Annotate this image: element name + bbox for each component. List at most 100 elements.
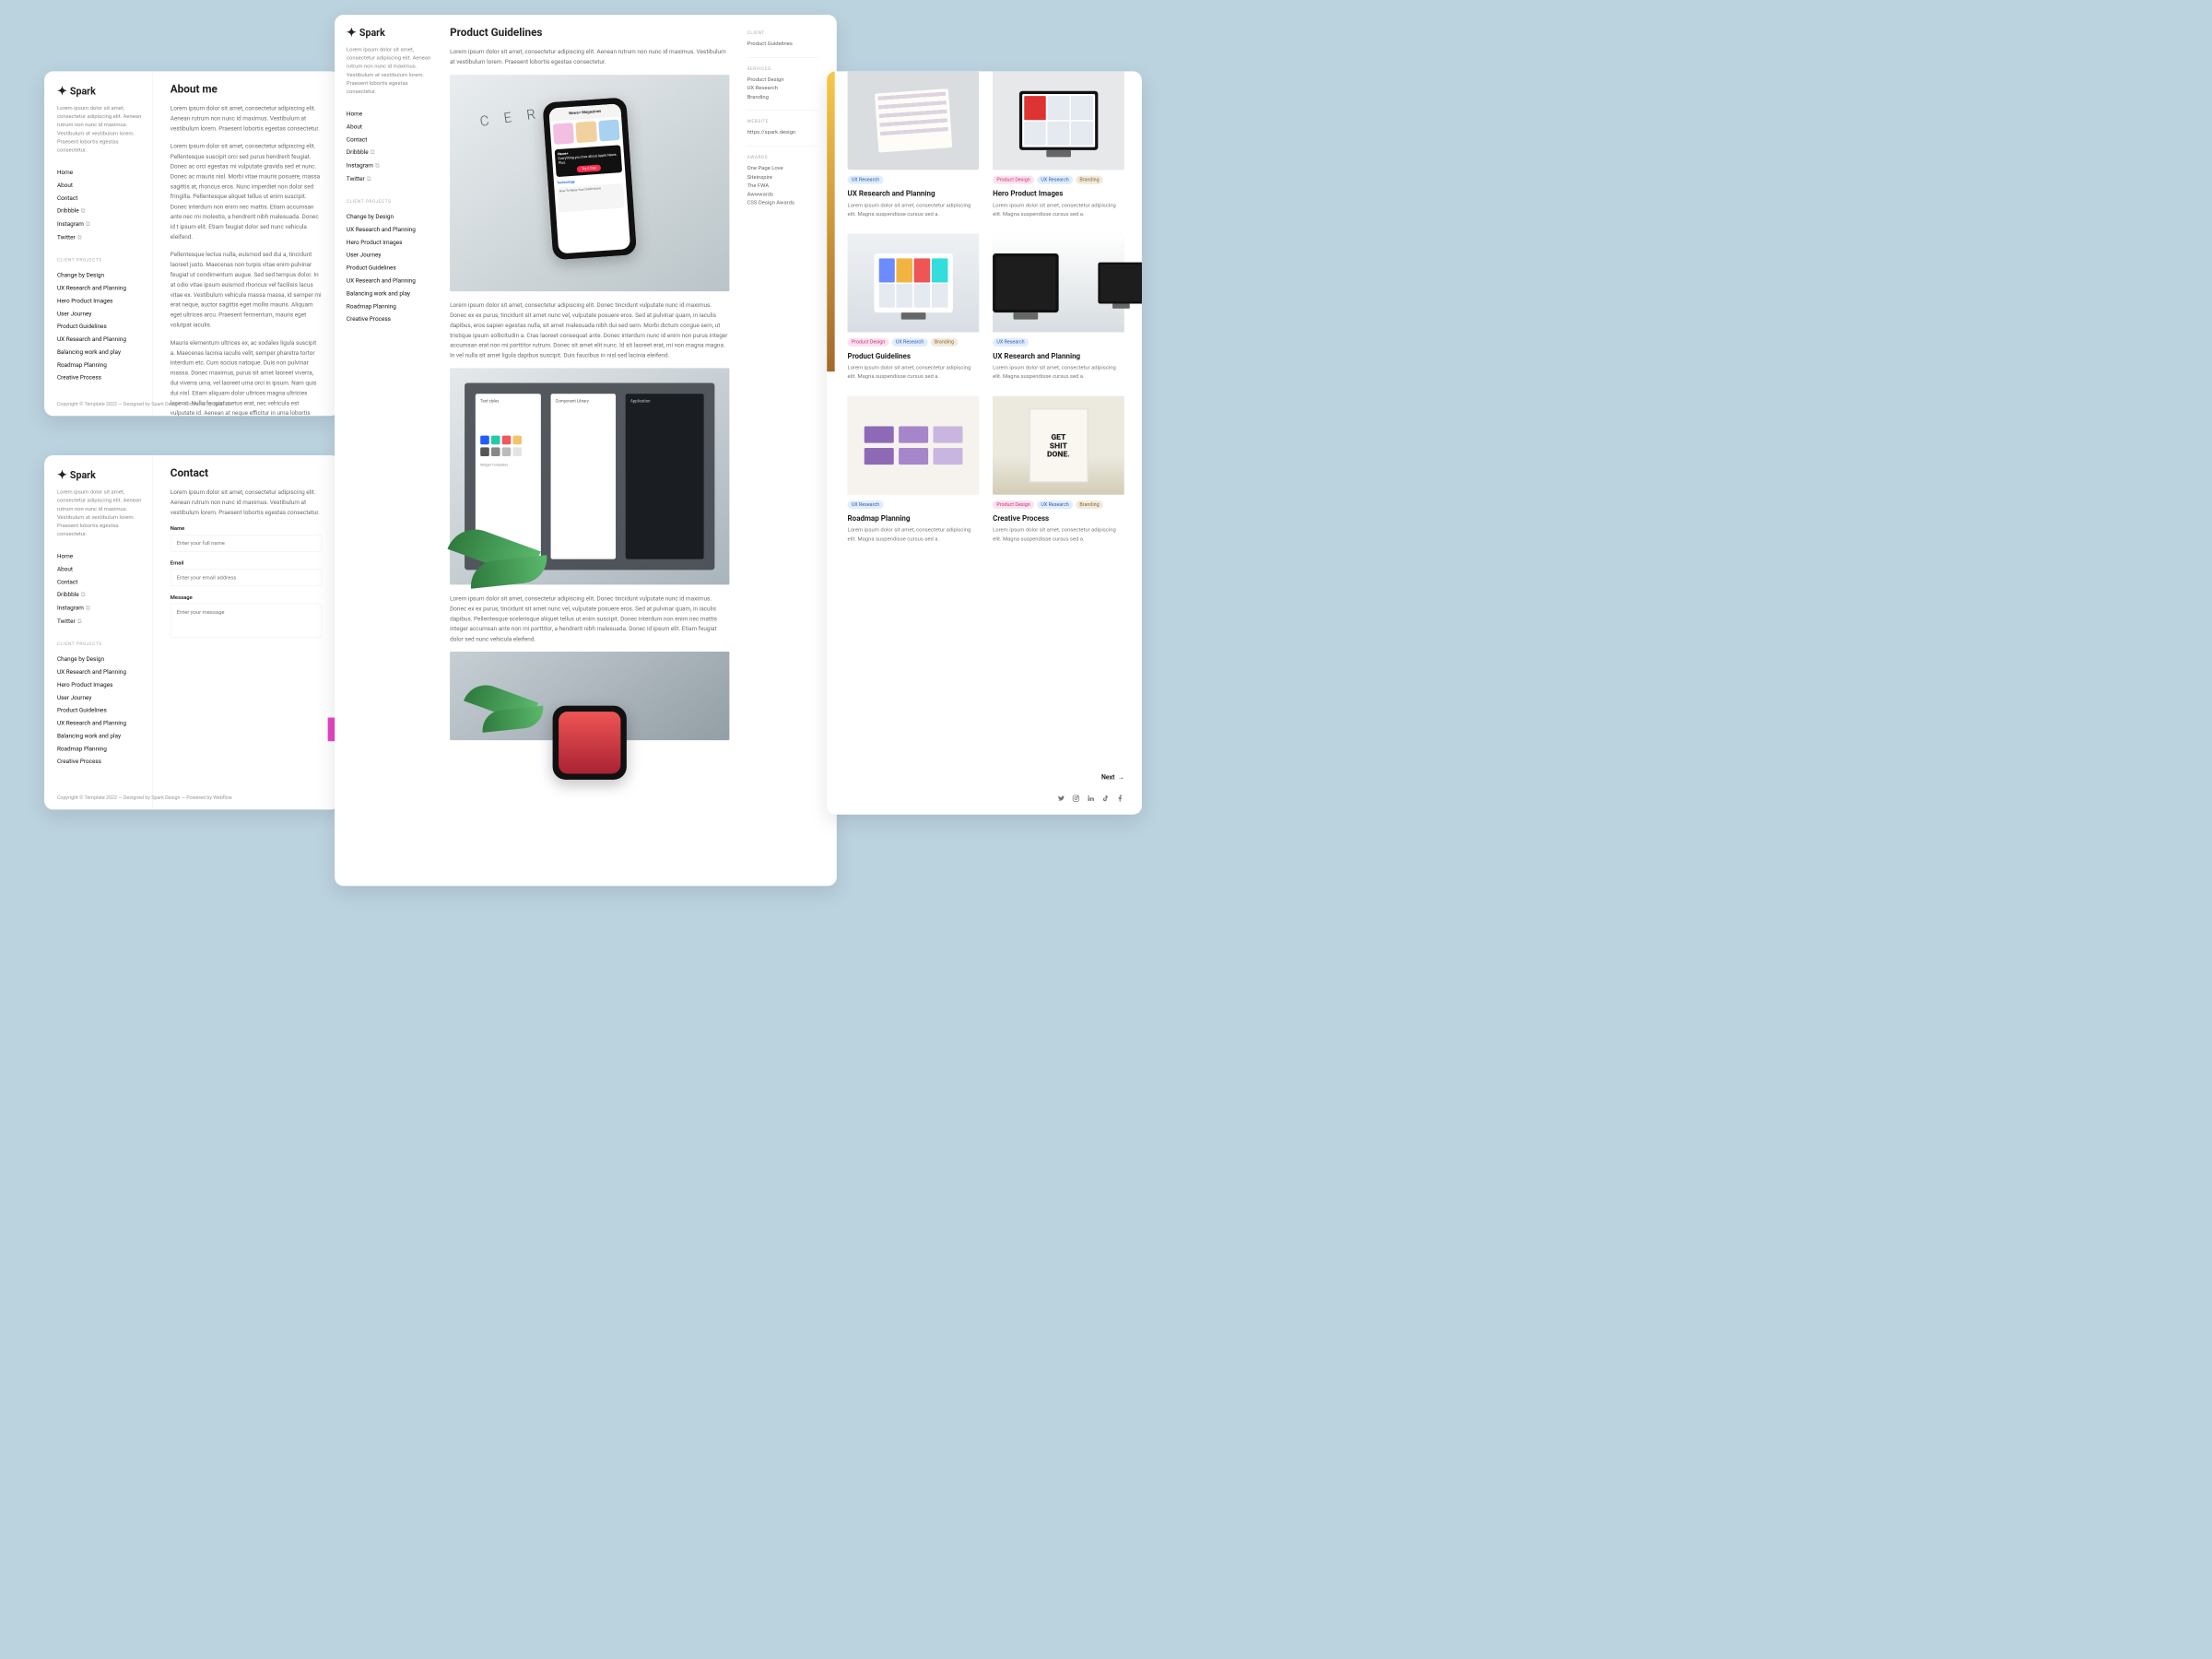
page-title: About me <box>171 83 322 95</box>
nav-link[interactable]: Change by Design <box>57 655 104 662</box>
nav-link[interactable]: Hero Product Images <box>57 681 112 688</box>
nav-link[interactable]: About <box>57 182 73 188</box>
nav-link[interactable]: UX Research and Planning <box>57 285 126 291</box>
project-tag[interactable]: UX Research <box>1037 500 1073 509</box>
nav-link[interactable]: Twitter⧉ <box>57 618 81 624</box>
nav-link[interactable]: Product Guidelines <box>57 323 107 329</box>
project-card[interactable]: Product DesignUX ResearchBranding Produc… <box>848 234 980 381</box>
project-tag[interactable]: UX Research <box>993 338 1029 347</box>
nav-link[interactable]: Roadmap Planning <box>57 746 107 752</box>
name-input[interactable] <box>171 535 322 552</box>
nav-link[interactable]: User Journey <box>57 311 91 317</box>
nav-link[interactable]: User Journey <box>57 694 91 700</box>
project-tag[interactable]: UX Research <box>892 338 928 347</box>
linkedin-icon[interactable] <box>1087 794 1095 804</box>
sidebar: ✦Spark Lorem ipsum dolor sit amet, conse… <box>335 27 438 740</box>
project-card[interactable]: UX Research UX Research and Planning Lor… <box>848 71 980 218</box>
project-description: Lorem ipsum dolor sit amet, consectetur … <box>848 526 980 544</box>
project-tag[interactable]: Branding <box>1076 500 1103 509</box>
nav-link[interactable]: Creative Process <box>347 315 391 322</box>
nav-link[interactable]: UX Research and Planning <box>57 720 126 726</box>
project-tags: UX Research <box>848 500 980 509</box>
project-description: Lorem ipsum dolor sit amet, consectetur … <box>993 526 1124 544</box>
nav-link[interactable]: Hero Product Images <box>347 239 402 245</box>
facebook-icon[interactable] <box>1116 794 1124 804</box>
nav-link[interactable]: Twitter⧉ <box>347 175 371 182</box>
nav-link[interactable]: UX Research and Planning <box>347 277 416 284</box>
nav-link[interactable]: Instagram⧉ <box>57 220 90 227</box>
nav-link[interactable]: Dribbble⧉ <box>347 148 374 155</box>
nav-link[interactable]: Balancing work and play <box>347 290 410 297</box>
nav-link[interactable]: Contact <box>57 579 77 585</box>
nav-link[interactable]: Dribbble⧉ <box>57 591 85 597</box>
pager-next[interactable]: Next→ <box>1101 773 1124 782</box>
nav-link[interactable]: UX Research and Planning <box>347 226 416 232</box>
article-image-3 <box>450 652 729 740</box>
project-title: UX Research and Planning <box>848 189 980 198</box>
nav-link[interactable]: Creative Process <box>57 759 101 765</box>
project-tag[interactable]: Product Design <box>993 176 1034 184</box>
nav-link[interactable]: Balancing work and play <box>57 733 121 739</box>
nav-link[interactable]: Instagram⧉ <box>347 162 380 169</box>
nav-link[interactable]: Instagram⧉ <box>57 605 90 611</box>
nav-primary: Home About Contact Dribbble⧉ Instagram⧉ Twitt… <box>57 550 142 629</box>
nav-link[interactable]: UX Research and Planning <box>57 668 126 675</box>
footer: Copyright © Template 2022 — Designed by … <box>57 795 232 801</box>
nav-link[interactable]: Dribbble⧉ <box>57 207 85 214</box>
tiktok-icon[interactable] <box>1101 794 1110 804</box>
brand[interactable]: ✦Spark <box>57 85 142 97</box>
brand-blurb: Lorem ipsum dolor sit amet, consectetur … <box>57 488 142 538</box>
nav-link[interactable]: Contact <box>347 136 367 143</box>
brand[interactable]: ✦Spark <box>347 27 438 39</box>
nav-link[interactable]: Roadmap Planning <box>347 303 396 310</box>
nav-link[interactable]: User Journey <box>347 252 381 258</box>
project-thumbnail <box>993 71 1124 170</box>
article-image-2: Text stylesWidget Templates Component Li… <box>450 368 729 584</box>
nav-link[interactable]: Creative Process <box>57 374 101 381</box>
nav-link[interactable]: Twitter⧉ <box>57 234 81 241</box>
project-card[interactable]: GETSHITDONE. Product DesignUX ResearchBr… <box>993 396 1124 543</box>
nav-link[interactable]: UX Research and Planning <box>57 335 126 342</box>
nav-link[interactable]: Change by Design <box>347 213 394 219</box>
project-tag[interactable]: Branding <box>931 338 959 347</box>
project-tag[interactable]: UX Research <box>848 176 884 184</box>
project-tags: Product DesignUX ResearchBranding <box>993 176 1124 184</box>
nav-link[interactable]: Balancing work and play <box>57 348 121 355</box>
project-card[interactable]: UX Research UX Research and Planning Lor… <box>993 234 1124 381</box>
twitter-icon[interactable] <box>1057 794 1065 804</box>
meta-website[interactable]: https://spark.design <box>747 128 819 136</box>
instagram-icon[interactable] <box>1072 794 1080 804</box>
about-paragraph: Lorem ipsum dolor sit amet, consectetur … <box>171 103 322 134</box>
nav-link[interactable]: Roadmap Planning <box>57 361 107 368</box>
brand-name: Spark <box>70 469 96 481</box>
name-label: Name <box>171 525 322 532</box>
external-link-icon: ⧉ <box>86 220 90 227</box>
project-tag[interactable]: UX Research <box>1037 176 1073 184</box>
nav-link[interactable]: Hero Product Images <box>57 298 112 304</box>
project-card[interactable]: UX Research Roadmap Planning Lorem ipsum… <box>848 396 980 543</box>
meta-label-website: WEBSITE <box>747 119 819 124</box>
nav-link[interactable]: About <box>57 566 73 572</box>
nav-link[interactable]: Home <box>57 169 73 175</box>
project-card[interactable]: Product DesignUX ResearchBranding Hero P… <box>993 71 1124 218</box>
brand-name: Spark <box>70 85 96 97</box>
sidebar: ✦Spark Lorem ipsum dolor sit amet, conse… <box>44 71 152 416</box>
nav-link[interactable]: Product Guidelines <box>347 265 396 271</box>
brand[interactable]: ✦Spark <box>57 469 142 481</box>
project-tag[interactable]: Product Design <box>848 338 889 347</box>
nav-link[interactable]: Contact <box>57 194 77 201</box>
project-tag[interactable]: Product Design <box>993 500 1034 509</box>
nav-link[interactable]: Home <box>347 111 362 117</box>
nav-link[interactable]: Home <box>57 553 73 559</box>
project-tag[interactable]: Branding <box>1076 176 1103 184</box>
projects-grid: UX Research UX Research and Planning Lor… <box>848 71 1124 543</box>
project-tag[interactable]: UX Research <box>848 500 884 509</box>
nav-link[interactable]: Product Guidelines <box>57 707 107 713</box>
social-links <box>1057 794 1124 804</box>
message-label: Message <box>171 594 322 601</box>
external-link-icon: ⧉ <box>371 148 375 155</box>
email-input[interactable] <box>171 569 322 586</box>
message-input[interactable] <box>171 604 322 638</box>
nav-link[interactable]: About <box>347 124 362 130</box>
nav-link[interactable]: Change by Design <box>57 272 104 278</box>
